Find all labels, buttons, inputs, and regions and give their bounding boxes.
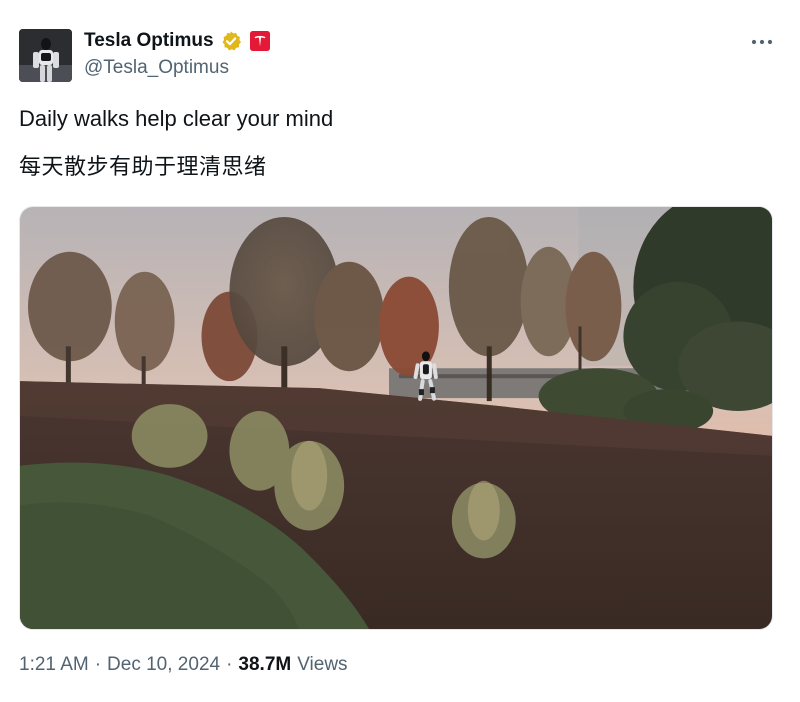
tweet-text-english: Daily walks help clear your mind <box>19 106 334 131</box>
video-frame-image <box>20 207 772 629</box>
author-handle[interactable]: @Tesla_Optimus <box>84 57 229 79</box>
more-horizontal-icon <box>751 39 773 45</box>
tweet-time[interactable]: 1:21 AM <box>19 654 89 676</box>
meta-separator: · <box>94 654 102 675</box>
meta-separator: · <box>226 654 233 675</box>
tweet-date[interactable]: Dec 10, 2024 <box>107 654 220 676</box>
tweet-card: Tesla Optimus @Tesla_Optimus Daily walks… <box>0 0 800 702</box>
tweet-media-video[interactable] <box>19 206 773 630</box>
views-count: 38.7M <box>238 654 292 675</box>
author-name-row: Tesla Optimus <box>84 30 270 52</box>
avatar[interactable] <box>19 29 72 82</box>
tweet-text-chinese: 每天散步有助于理清思绪 <box>19 154 267 179</box>
verified-badge-icon[interactable] <box>220 30 242 52</box>
tesla-logo-icon[interactable] <box>249 31 270 51</box>
display-name[interactable]: Tesla Optimus <box>84 30 214 52</box>
more-options-button[interactable] <box>748 30 776 54</box>
avatar-image <box>19 29 72 82</box>
tweet-meta: 1:21 AM · Dec 10, 2024 · 38.7M Views <box>19 654 348 676</box>
views-label: Views <box>297 654 348 675</box>
